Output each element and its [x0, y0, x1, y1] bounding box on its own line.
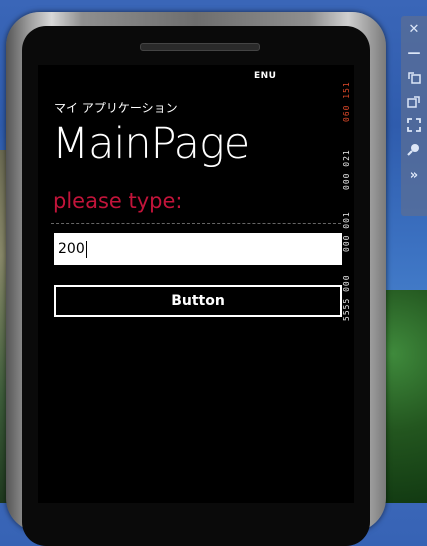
- divider: [51, 223, 341, 224]
- page-title: MainPage: [52, 119, 250, 169]
- device-speaker: [140, 43, 260, 51]
- rotate-left-icon[interactable]: [405, 68, 423, 86]
- prompt-label: please type:: [53, 189, 183, 213]
- status-language: ENU: [254, 71, 277, 81]
- more-icon[interactable]: »: [405, 166, 423, 184]
- frame-counter: 000 001: [342, 211, 351, 253]
- fit-to-screen-icon[interactable]: [405, 116, 423, 134]
- application-title: マイ アプリケーション: [54, 101, 178, 115]
- text-input-value: 200: [58, 241, 85, 257]
- frame-rate-counters: 060 151 000 021 000 001 5555 000: [342, 65, 354, 335]
- emulator-toolbar: ✕ — »: [401, 16, 427, 216]
- text-caret: [85, 240, 87, 258]
- minimize-icon[interactable]: —: [405, 44, 423, 62]
- zoom-icon[interactable]: [405, 140, 423, 158]
- button[interactable]: Button: [54, 285, 342, 317]
- close-icon[interactable]: ✕: [405, 20, 423, 38]
- phone-screen: ENU マイ アプリケーション MainPage please type: 20…: [38, 65, 354, 503]
- text-input[interactable]: 200: [54, 233, 342, 265]
- frame-counter: 5555 000: [342, 274, 351, 322]
- rotate-right-icon[interactable]: [405, 92, 423, 110]
- frame-counter: 060 151: [342, 81, 351, 123]
- frame-counter: 000 021: [342, 149, 351, 191]
